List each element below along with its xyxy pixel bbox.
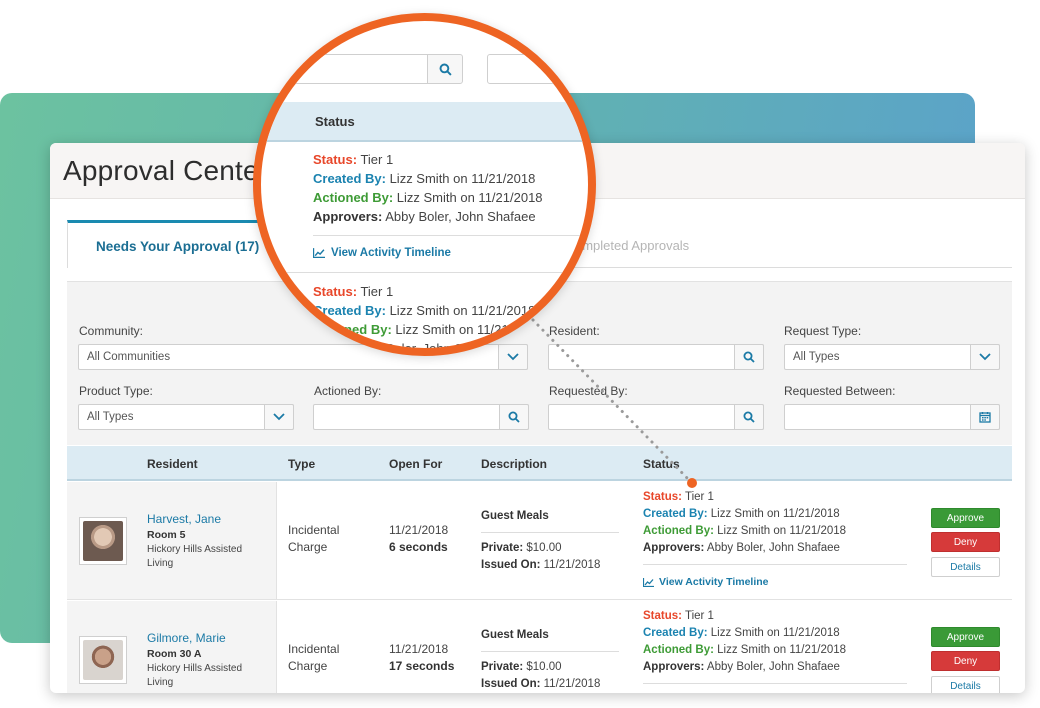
magnified-approvers-line: Approvers: Abby Boler, John Shafaee	[313, 209, 536, 224]
approve-button[interactable]: Approve	[931, 627, 1000, 647]
description-private: Private: $10.00	[481, 542, 562, 554]
status-line: Status: Tier 1	[643, 610, 714, 622]
view-activity-timeline-link[interactable]: View Activity Timeline	[643, 576, 769, 588]
created-by-line: Created By: Lizz Smith on 11/21/2018	[643, 508, 840, 520]
magnified-status-line: Status: Tier 1	[313, 284, 394, 299]
magnified-actioned-by-line: ctioned By: Lizz Smith on 11/21/2018	[321, 322, 542, 337]
magnified-created-by-line: Created By: Lizz Smith on 11/21/2018	[313, 171, 536, 186]
magnified-status-line: Status: Tier 1	[313, 152, 394, 167]
magnified-view-activity-timeline-link: View Activity Timeline	[313, 247, 451, 259]
open-date: 11/21/2018	[389, 642, 449, 656]
magnified-input	[487, 54, 588, 84]
magnified-actioned-by-line: Actioned By: Lizz Smith on 11/21/2018	[313, 190, 543, 205]
resident-community: Hickory Hills Assisted Living	[147, 663, 243, 688]
resident-cell: Harvest, Jane Room 5 Hickory Hills Assis…	[67, 482, 277, 599]
type-line2: Charge	[288, 659, 328, 673]
tab-completed-approvals[interactable]: ompleted Approvals	[575, 238, 689, 253]
chart-line-icon	[313, 248, 325, 258]
details-button[interactable]: Details	[931, 557, 1000, 577]
resident-cell: Gilmore, Marie Room 30 A Hickory Hills A…	[67, 601, 277, 693]
table-row: Gilmore, Marie Room 30 A Hickory Hills A…	[67, 601, 1012, 693]
search-icon[interactable]	[734, 404, 764, 430]
description-issued: Issued On: 11/21/2018	[481, 678, 601, 690]
resident-community: Hickory Hills Assisted Living	[147, 544, 243, 569]
open-duration: 17 seconds	[389, 659, 455, 673]
description-title: Guest Meals	[481, 629, 549, 641]
divider	[643, 564, 907, 565]
deny-button[interactable]: Deny	[931, 651, 1000, 671]
avatar	[79, 636, 127, 684]
divider	[643, 683, 907, 684]
requested-by-label: Requested By:	[549, 384, 628, 398]
open-duration: 6 seconds	[389, 540, 448, 554]
actioned-by-label: Actioned By:	[314, 384, 382, 398]
col-status[interactable]: Status	[643, 457, 680, 471]
search-icon[interactable]	[734, 344, 764, 370]
deny-button[interactable]: Deny	[931, 532, 1000, 552]
actioned-by-search-input[interactable]	[313, 404, 529, 430]
avatar	[79, 517, 127, 565]
resident-room: Room 5	[147, 529, 186, 541]
community-label: Community:	[79, 324, 144, 338]
status-line: Status: Tier 1	[643, 491, 714, 503]
type-line1: Incidental	[288, 523, 340, 537]
magnified-col-status: Status	[315, 114, 355, 129]
requested-by-search-input[interactable]	[548, 404, 764, 430]
type-line1: Incidental	[288, 642, 340, 656]
col-open-for[interactable]: Open For	[389, 457, 442, 471]
divider	[313, 235, 588, 236]
resident-name-link[interactable]: Gilmore, Marie	[147, 631, 226, 645]
magnified-table-header: Status	[261, 102, 588, 142]
actioned-by-line: Actioned By: Lizz Smith on 11/21/2018	[643, 525, 847, 537]
search-icon	[427, 54, 463, 84]
col-type[interactable]: Type	[288, 457, 315, 471]
type-line2: Charge	[288, 540, 328, 554]
approvers-line: Approvers: Abby Boler, John Shafaee	[643, 661, 840, 673]
product-type-value: All Types	[87, 411, 134, 423]
page-title: Approval Center	[63, 154, 269, 186]
requested-between-label: Requested Between:	[784, 384, 896, 398]
divider	[481, 651, 619, 652]
description-private: Private: $10.00	[481, 661, 562, 673]
approvers-line: Approvers: Abby Boler, John Shafaee	[643, 542, 840, 554]
request-type-value: All Types	[793, 351, 840, 363]
product-type-select[interactable]: All Types	[78, 404, 294, 430]
actioned-by-line: Actioned By: Lizz Smith on 11/21/2018	[643, 644, 847, 656]
open-date: 11/21/2018	[389, 523, 449, 537]
description-title: Guest Meals	[481, 510, 549, 522]
magnified-created-by-line: Created By: Lizz Smith on 11/21/2018	[313, 303, 536, 318]
divider	[261, 272, 588, 273]
col-description[interactable]: Description	[481, 457, 547, 471]
divider	[481, 532, 619, 533]
product-type-label: Product Type:	[79, 384, 153, 398]
resident-room: Room 30 A	[147, 648, 202, 660]
table-header: Resident Type Open For Description Statu…	[67, 446, 1012, 481]
request-type-select[interactable]: All Types	[784, 344, 1000, 370]
chevron-down-icon[interactable]	[970, 344, 1000, 370]
approve-button[interactable]: Approve	[931, 508, 1000, 528]
requested-between-date-input[interactable]	[784, 404, 1000, 430]
tab-needs-your-approval[interactable]: Needs Your Approval (17)	[67, 220, 285, 268]
created-by-line: Created By: Lizz Smith on 11/21/2018	[643, 627, 840, 639]
chart-line-icon	[643, 577, 654, 587]
resident-name-link[interactable]: Harvest, Jane	[147, 512, 221, 526]
community-value: All Communities	[87, 351, 171, 363]
chevron-down-icon[interactable]	[264, 404, 294, 430]
description-issued: Issued On: 11/21/2018	[481, 559, 601, 571]
magnifier-lens: Status Status: Tier 1 Created By: Lizz S…	[253, 13, 596, 356]
calendar-icon[interactable]	[970, 404, 1000, 430]
table-row: Harvest, Jane Room 5 Hickory Hills Assis…	[67, 482, 1012, 600]
request-type-label: Request Type:	[784, 324, 862, 338]
details-button[interactable]: Details	[931, 676, 1000, 693]
col-resident[interactable]: Resident	[147, 457, 198, 471]
search-icon[interactable]	[499, 404, 529, 430]
